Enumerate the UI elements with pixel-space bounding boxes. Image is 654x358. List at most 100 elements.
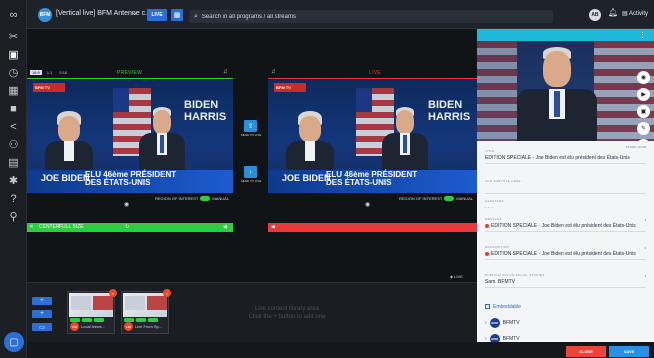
message-value-row[interactable]: EDITION SPECIALE - Joe Biden est élu pré… [485, 223, 646, 229]
position-handle-icon[interactable]: ◉ [124, 201, 129, 208]
chevron-right-icon[interactable]: › [485, 320, 487, 326]
headphones-icon[interactable]: ♫ [271, 69, 276, 75]
logo-icon[interactable]: ∞ [5, 6, 22, 23]
volume-icon[interactable]: ◀ [223, 224, 227, 230]
embeddable-option[interactable]: Embeddable [485, 304, 521, 310]
camera-icon[interactable]: ◉ [637, 71, 650, 84]
add-content-button[interactable]: + [32, 297, 52, 305]
remove-icon[interactable]: × [163, 289, 171, 297]
live-header: ♫ LIVE [268, 68, 477, 79]
chevron-down-icon[interactable]: ⌄ [131, 8, 138, 17]
preview-video[interactable]: BIDEN HARRIS BFM TV JOE BIDEN ELU 46ème … [27, 80, 233, 215]
user-avatar[interactable]: AB [589, 9, 601, 21]
grid-icon[interactable]: ▦ [5, 82, 22, 99]
close-button[interactable]: CLOSE [566, 346, 606, 357]
aspect-9-16[interactable]: 9:16 [57, 70, 69, 75]
roi-bar: ◉ REGION OF INTEREST MANUAL [268, 193, 477, 215]
import-button[interactable]: ▭ [32, 323, 52, 331]
image-icon[interactable]: ▣ [637, 105, 650, 118]
library-card[interactable]: × LCI Local News... [67, 289, 117, 334]
preview-title: PREVIEW [117, 70, 143, 76]
roi-control[interactable]: REGION OF INTEREST MANUAL [155, 196, 229, 202]
top-bar: BFM [Vertical live] BFM Antenne c... ⌄ L… [27, 0, 654, 29]
bell-icon[interactable]: 🔔︎ [608, 8, 618, 17]
play-icon[interactable]: ▶ [637, 88, 650, 101]
live-control-bar: ◀ [268, 223, 477, 232]
roi-toggle[interactable] [200, 196, 211, 202]
users-icon[interactable]: ⚇ [5, 136, 22, 153]
headphones-icon[interactable]: ♫ [223, 69, 228, 75]
position-handle-icon[interactable]: ◉ [365, 201, 370, 208]
roi-toggle[interactable] [444, 196, 455, 202]
roi-mode: MANUAL [456, 196, 473, 201]
help-icon[interactable]: ? [5, 190, 22, 207]
message-value: EDITION SPECIALE - Joe Biden est élu pré… [491, 223, 636, 229]
pin-icon[interactable]: ⚲ [5, 208, 22, 225]
roi-control[interactable]: REGION OF INTEREST MANUAL [398, 196, 473, 202]
center-button[interactable]: CENTER [39, 224, 60, 230]
panel-thumbnail: ◉ ▶ ▣ ✎ ⤓ [477, 41, 654, 141]
panel-header: ⋮ [477, 29, 654, 41]
lower-third-name-text: JOE BIDEN [282, 173, 331, 183]
search-input[interactable] [201, 13, 532, 20]
calendar-icon[interactable]: ▤ [5, 154, 22, 171]
description-value-row[interactable]: EDITION SPECIALE - Joe Biden est élu pré… [485, 251, 646, 257]
more-options-icon[interactable]: ⋮ [639, 31, 646, 39]
send-to-live-button[interactable]: ⇪ [244, 120, 257, 132]
publish-label: PUBLICATION ON SOCIAL STORIES [485, 273, 545, 277]
full-size-button[interactable]: FULL SIZE [59, 224, 84, 230]
publish-field[interactable]: PUBLICATION ON SOCIAL STORIES • Sam. BFM… [485, 273, 646, 288]
volume-icon[interactable]: ◀ [271, 224, 275, 230]
chat-icon[interactable]: ▢ [4, 332, 24, 352]
channel-name: BFMTV [502, 320, 520, 326]
send-to-live-caption: SEND TO LIVE [240, 133, 262, 137]
required-mark: • [644, 217, 646, 222]
aspect-1-1[interactable]: 1:1 [45, 70, 55, 75]
video-icon[interactable]: ■ [5, 100, 22, 117]
channel-row[interactable]: › BFM BFMTV [485, 334, 520, 342]
embeddable-label: Embeddable [493, 304, 522, 310]
aspect-16-9[interactable]: 16:9 [30, 70, 42, 75]
layers-icon[interactable]: ▣ [5, 46, 22, 63]
message-field[interactable]: MESSAGE • EDITION SPECIALE - Joe Biden e… [485, 217, 646, 232]
add-folder-button[interactable]: + [32, 310, 52, 318]
switch-button[interactable]: › [244, 166, 257, 178]
remove-icon[interactable]: × [109, 289, 117, 297]
save-button[interactable]: SAVE [609, 346, 649, 357]
calendar-button[interactable]: ▦ [171, 9, 183, 21]
subtitle-field[interactable]: ADD SUBTITLE HERE [485, 179, 646, 194]
live-video[interactable]: BIDEN HARRIS BFM TV JOE BIDEN ELU 46ème … [268, 80, 477, 215]
library-card[interactable]: × LCI Live From Sp... [121, 289, 171, 334]
clock-icon[interactable]: ◷ [5, 64, 22, 81]
library-message-line-1: Live content library area [254, 306, 320, 312]
description-field[interactable]: DESCRIPTION • EDITION SPECIALE - Joe Bid… [485, 245, 646, 260]
scissors-icon[interactable]: ✂ [5, 28, 22, 45]
card-logo: LCI [70, 322, 79, 331]
live-button[interactable]: LIVE [147, 9, 167, 21]
edit-icon[interactable]: ✎ [637, 122, 650, 135]
embeddable-checkbox[interactable] [485, 304, 490, 310]
crop-icon[interactable]: ⌗ [30, 224, 33, 230]
channel-row[interactable]: › BFM BFMTV [485, 318, 520, 328]
library-empty-message: Live content library area Click the + bu… [197, 305, 377, 322]
title-field[interactable]: TITLE EDITION SPECIALE - Joe Biden est é… [485, 149, 646, 164]
headline-line-2: DES ÉTATS-UNIS [326, 178, 392, 188]
app-root: ∞ ✂ ▣ ◷ ▦ ■ < ⚇ ▤ ✱ ? ⚲ ▢ BFM [Vertical … [0, 0, 654, 358]
title-value[interactable]: EDITION SPECIALE - Joe Biden est élu pré… [485, 155, 646, 161]
roi-label: REGION OF INTEREST [398, 196, 443, 201]
share-icon[interactable]: < [5, 118, 22, 135]
search-bar[interactable]: ⌕ [189, 10, 553, 23]
required-mark: • [644, 245, 646, 250]
channel-name: BFMTV [502, 336, 520, 342]
activity-label: Activity [629, 11, 649, 17]
publish-value[interactable]: Sam. BFMTV [485, 279, 646, 285]
card-thumbnail [69, 293, 113, 317]
rotate-icon[interactable]: ↻ [125, 224, 129, 230]
puzzle-icon[interactable]: ✱ [5, 172, 22, 189]
channel-bug: BFM TV [33, 83, 65, 92]
activity-button[interactable]: ▤ Activity [622, 10, 648, 17]
hashtags-field[interactable]: HASHTAGS · · · [485, 199, 646, 211]
channel-avatar[interactable]: BFM [38, 8, 52, 22]
chevron-right-icon[interactable]: › [485, 336, 487, 342]
subtitle-label: ADD SUBTITLE HERE [485, 179, 521, 183]
